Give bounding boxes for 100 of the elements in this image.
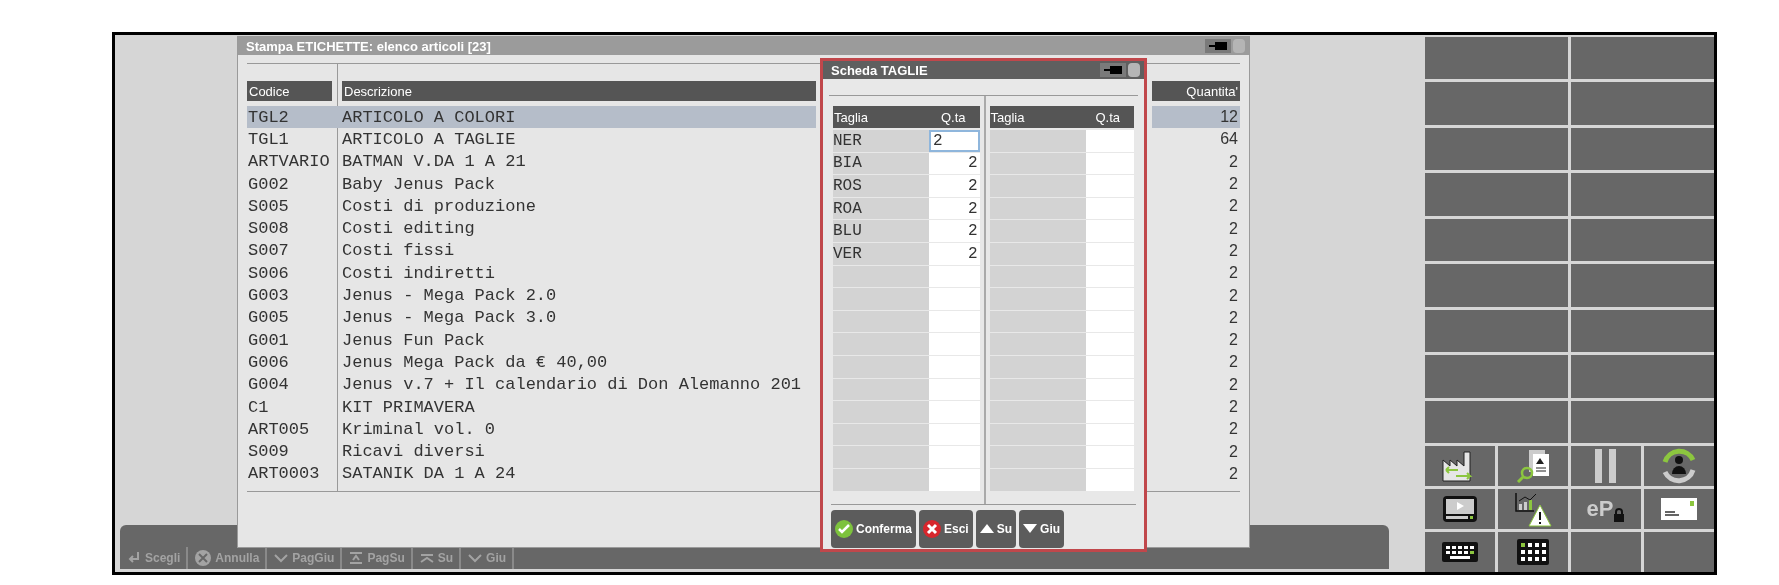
menu-tile[interactable]	[1571, 355, 1714, 398]
quantity-input[interactable]	[1085, 288, 1134, 310]
table-cell[interactable]: 2	[1152, 418, 1240, 441]
table-cell[interactable]: Costi editing	[342, 217, 816, 240]
table-cell[interactable]: Ricavi diversi	[342, 440, 816, 463]
table-cell[interactable]: BATMAN V.DA 1 A 21	[342, 150, 816, 173]
dialog-button[interactable]: Su	[975, 509, 1017, 548]
quantity-input[interactable]	[1085, 175, 1134, 197]
icon-tile[interactable]	[1644, 446, 1714, 486]
table-cell[interactable]: G002	[247, 172, 342, 196]
menu-tile[interactable]	[1425, 82, 1568, 125]
table-cell[interactable]: Jenus - Mega Pack 3.0	[342, 306, 816, 329]
menu-tile[interactable]	[1571, 37, 1714, 80]
quantity-input[interactable]	[1085, 310, 1134, 333]
table-cell[interactable]: ART005	[247, 418, 342, 441]
table-cell[interactable]: C1	[247, 395, 342, 419]
icon-tile[interactable]	[1571, 446, 1641, 486]
quantity-input[interactable]: 2	[929, 152, 980, 175]
table-cell[interactable]: 12	[1152, 106, 1240, 129]
dialog-button[interactable]: Giu	[1019, 509, 1065, 548]
menu-tile[interactable]	[1425, 218, 1568, 262]
table-cell[interactable]: ART0003	[247, 462, 342, 486]
menu-tile[interactable]	[1571, 309, 1714, 353]
table-cell[interactable]: G005	[247, 306, 342, 329]
pin-icon[interactable]	[1100, 63, 1140, 77]
menu-tile[interactable]	[1425, 173, 1568, 216]
table-cell[interactable]: G004	[247, 373, 342, 396]
quantity-input[interactable]	[1085, 152, 1134, 175]
quantity-input[interactable]: 2	[929, 242, 980, 265]
table-cell[interactable]: S009	[247, 440, 342, 463]
quantity-input[interactable]: 2	[929, 175, 980, 197]
quantity-input[interactable]: 2	[929, 220, 980, 242]
menu-tile[interactable]	[1425, 37, 1568, 80]
quantity-input[interactable]	[1085, 333, 1134, 355]
quantity-input[interactable]	[929, 355, 980, 378]
table-cell[interactable]: Jenus Fun Pack	[342, 328, 816, 352]
icon-tile[interactable]	[1498, 532, 1568, 572]
table-cell[interactable]: 2	[1152, 172, 1240, 196]
menu-tile[interactable]	[1571, 264, 1714, 307]
table-cell[interactable]: TGL1	[247, 128, 342, 151]
menu-tile[interactable]	[1425, 127, 1568, 171]
table-cell[interactable]: Jenus v.7 + Il calendario di Don Alemanno 201	[342, 373, 816, 396]
quantity-input[interactable]	[1085, 265, 1134, 288]
table-cell[interactable]: G003	[247, 284, 342, 307]
menu-tile[interactable]	[1571, 127, 1714, 171]
table-cell[interactable]: 2	[1152, 239, 1240, 263]
menu-tile[interactable]	[1425, 355, 1568, 398]
table-cell[interactable]: Costi fissi	[342, 239, 816, 263]
menu-tile[interactable]	[1571, 173, 1714, 216]
table-cell[interactable]: 2	[1152, 462, 1240, 486]
quantity-input[interactable]	[929, 401, 980, 423]
table-cell[interactable]: Costi indiretti	[342, 262, 816, 285]
table-cell[interactable]: G001	[247, 328, 342, 352]
quantity-input[interactable]	[1085, 378, 1134, 401]
table-cell[interactable]: 2	[1152, 440, 1240, 463]
table-cell[interactable]: Jenus Mega Pack da € 40,00	[342, 351, 816, 374]
table-cell[interactable]: 2	[1152, 351, 1240, 374]
table-cell[interactable]: TGL2	[247, 106, 342, 129]
table-cell[interactable]: SATANIK DA 1 A 24	[342, 462, 816, 486]
dialog-button[interactable]: Conferma	[831, 509, 916, 548]
table-cell[interactable]: S005	[247, 195, 342, 218]
icon-tile[interactable]	[1644, 532, 1714, 572]
quantity-input[interactable]	[1085, 423, 1134, 446]
table-cell[interactable]: 2	[1152, 195, 1240, 218]
table-cell[interactable]: S006	[247, 262, 342, 285]
keyboard-icon[interactable]	[1442, 542, 1478, 562]
table-cell[interactable]: 2	[1152, 373, 1240, 396]
table-cell[interactable]: ARTVARIO	[247, 150, 342, 173]
table-cell[interactable]: S007	[247, 239, 342, 263]
quantity-input[interactable]	[1085, 130, 1134, 152]
table-cell[interactable]: 2	[1152, 284, 1240, 307]
menu-tile[interactable]	[1571, 218, 1714, 262]
quantity-input[interactable]	[1085, 446, 1134, 468]
menu-tile[interactable]	[1571, 82, 1714, 125]
table-cell[interactable]: Baby Jenus Pack	[342, 172, 816, 196]
table-cell[interactable]: KIT PRIMAVERA	[342, 395, 816, 419]
quantity-input[interactable]	[1085, 197, 1134, 220]
chart-warning-icon[interactable]	[1514, 491, 1552, 527]
quantity-input[interactable]	[929, 288, 980, 310]
table-cell[interactable]: 2	[1152, 328, 1240, 352]
table-cell[interactable]: ARTICOLO A TAGLIE	[342, 128, 816, 151]
icon-tile[interactable]	[1644, 489, 1714, 529]
quantity-input[interactable]	[1085, 355, 1134, 378]
table-cell[interactable]: ARTICOLO A COLORI	[342, 106, 816, 129]
quantity-input[interactable]	[929, 468, 980, 491]
icon-tile[interactable]	[1425, 446, 1495, 486]
icon-tile[interactable]	[1425, 489, 1495, 529]
icon-tile[interactable]	[1498, 489, 1568, 529]
table-cell[interactable]: S008	[247, 217, 342, 240]
video-player-icon[interactable]	[1442, 495, 1478, 523]
table-cell[interactable]: 2	[1152, 262, 1240, 285]
icon-tile[interactable]	[1425, 532, 1495, 572]
quantity-input[interactable]: 2	[929, 197, 980, 220]
quantity-input[interactable]	[929, 333, 980, 355]
table-cell[interactable]: G006	[247, 351, 342, 374]
quantity-input[interactable]	[929, 310, 980, 333]
table-cell[interactable]: Jenus - Mega Pack 2.0	[342, 284, 816, 307]
icon-tile[interactable]: eP	[1571, 489, 1641, 529]
menu-tile[interactable]	[1425, 264, 1568, 307]
pause-icon[interactable]	[1595, 449, 1617, 483]
